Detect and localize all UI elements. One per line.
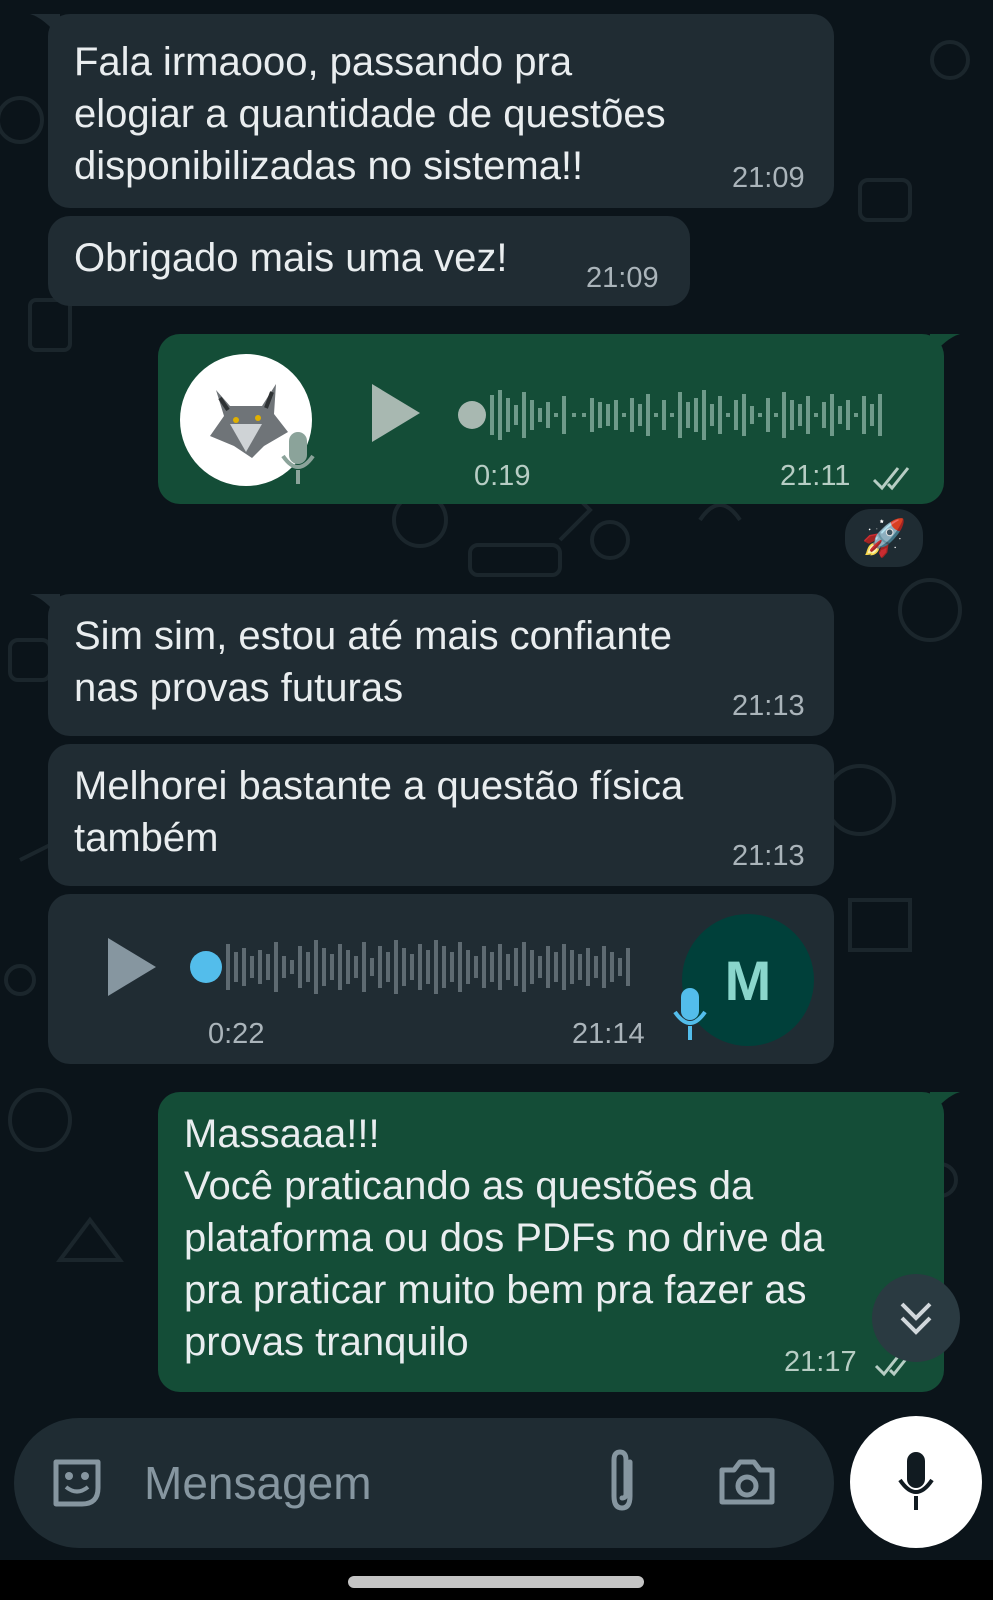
message-time: 21:09 xyxy=(586,262,659,294)
message-time: 21:13 xyxy=(732,690,805,722)
message-composer[interactable]: Mensagem xyxy=(14,1418,834,1548)
mic-icon xyxy=(673,988,707,1040)
message-time: 21:11 xyxy=(780,460,851,492)
play-icon[interactable] xyxy=(106,936,158,998)
reaction-badge[interactable]: 🚀 xyxy=(842,506,926,570)
paperclip-icon[interactable] xyxy=(602,1448,642,1518)
bubble-tail xyxy=(930,334,960,358)
audio-duration: 0:22 xyxy=(208,1018,265,1050)
mic-icon xyxy=(281,432,315,484)
bubble-tail xyxy=(930,1092,960,1116)
message-time: 21:14 xyxy=(572,1018,645,1050)
mic-icon xyxy=(898,1452,934,1510)
incoming-message-bubble[interactable]: Melhorei bastante a questão física també… xyxy=(48,744,834,886)
audio-waveform[interactable] xyxy=(188,932,648,1002)
incoming-message-bubble[interactable]: Sim sim, estou até mais confiante nas pr… xyxy=(48,594,834,736)
message-text: Sim sim, estou até mais confiante nas pr… xyxy=(74,614,673,710)
message-text: Melhorei bastante a questão física també… xyxy=(74,764,684,860)
audio-duration: 0:19 xyxy=(474,460,531,492)
incoming-message-bubble[interactable]: Obrigado mais uma vez! 21:09 xyxy=(48,216,690,306)
message-time: 21:17 xyxy=(784,1346,857,1378)
double-chevron-down-icon xyxy=(900,1302,932,1335)
double-check-icon xyxy=(872,467,910,491)
outgoing-message-bubble[interactable]: Massaaa!!! Você praticando as questões d… xyxy=(158,1092,944,1392)
message-text: Fala irmaooo, passando pra elogiar a qua… xyxy=(74,40,666,188)
play-icon[interactable] xyxy=(370,382,422,444)
home-indicator[interactable] xyxy=(348,1576,644,1588)
sticker-icon[interactable] xyxy=(48,1454,106,1512)
bubble-tail xyxy=(30,14,60,38)
message-time: 21:13 xyxy=(732,840,805,872)
camera-icon[interactable] xyxy=(718,1456,776,1508)
audio-waveform[interactable] xyxy=(452,380,912,450)
scroll-to-bottom-button[interactable] xyxy=(872,1274,960,1362)
message-time: 21:09 xyxy=(732,162,805,194)
message-input[interactable]: Mensagem xyxy=(144,1456,372,1510)
voice-record-button[interactable] xyxy=(850,1416,982,1548)
incoming-message-bubble[interactable]: Fala irmaooo, passando pra elogiar a qua… xyxy=(48,14,834,208)
message-text: Obrigado mais uma vez! xyxy=(74,236,508,280)
message-text: Massaaa!!! Você praticando as questões d… xyxy=(184,1112,825,1364)
bubble-tail xyxy=(30,594,60,618)
